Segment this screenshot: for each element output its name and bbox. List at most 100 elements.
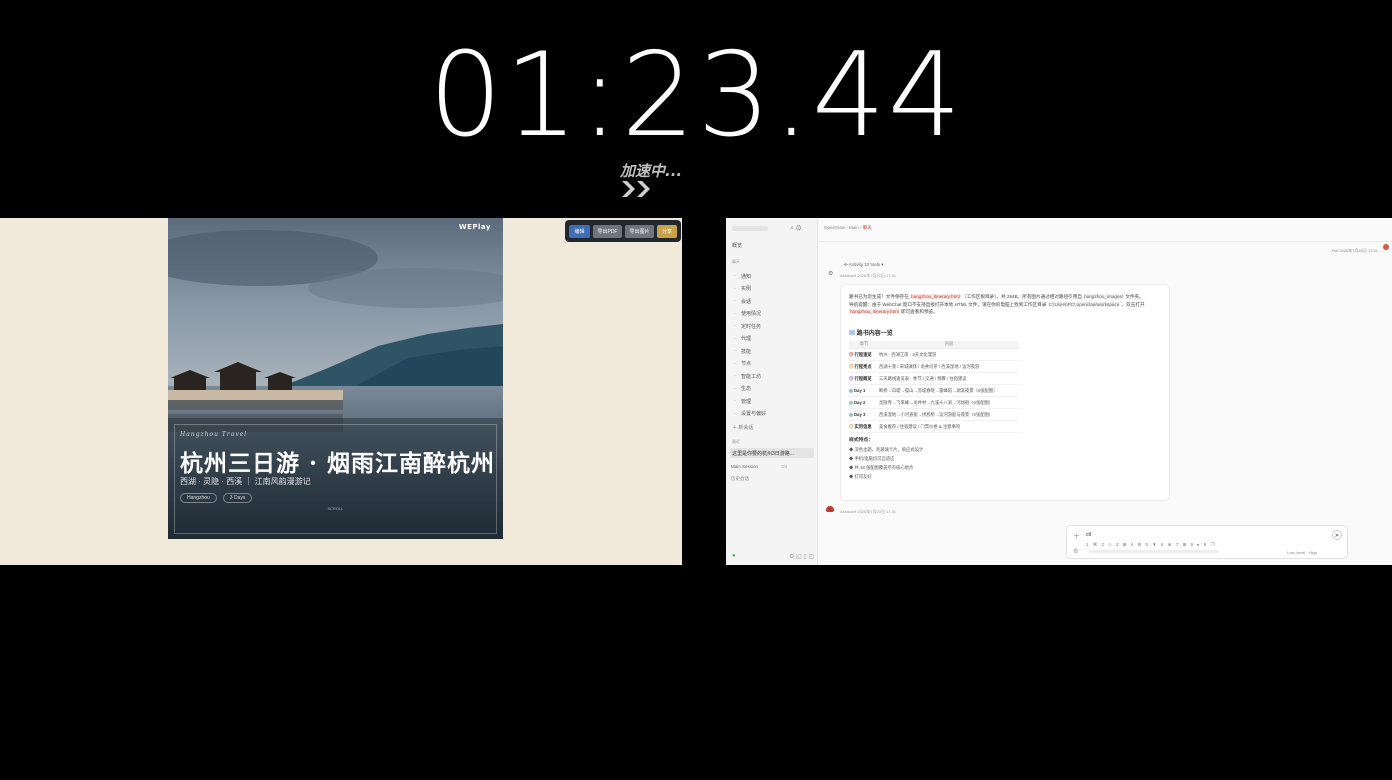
nav-icon: · [734, 373, 736, 380]
sidebar-item[interactable]: · 设置与偏好 [732, 408, 814, 421]
assistant-message: 路书已为您生成！文件保存在 hangzhou_itinerary.html （工… [840, 284, 1170, 501]
breadcrumb-root[interactable]: OpenClaw [824, 225, 845, 230]
sidebar-item[interactable]: · 技能 [732, 345, 814, 358]
table-row: ◎ 实用信息 美食推荐 / 住宿建议 / 门票价格 & 注意事项 [849, 420, 1019, 433]
table-row: ◎ Day 3 西溪湿地→小河直街→拱宸桥→运河游船与夜景（6张配图） [849, 408, 1019, 421]
list-item: ◆ 共 18 张配图覆盖所有核心地点 [849, 465, 914, 470]
row-value: 断桥→白堤→孤山→苏堤春晓→雷峰塔→湖滨夜景（6张配图） [879, 384, 1019, 397]
nav-icon: · [734, 385, 736, 392]
brand-logo: WEPlay [458, 223, 491, 231]
sidebar-footer: ● ⚙ ◱ ▯ ◰ [732, 553, 814, 560]
nav-icon: · [734, 273, 736, 280]
text: ，双击打开 [1121, 301, 1145, 307]
sidebar-item[interactable]: · 智能工坊 [732, 370, 814, 383]
row-value: 西湖十景 / 宋城演绎 / 龙井问茶 / 西溪湿地 / 运河夜游 [879, 360, 1019, 373]
row-key: ◎ 行程亮点 [849, 360, 879, 373]
sidebar-overview[interactable]: 概览 [732, 242, 742, 249]
sidebar-item-label: 设置与偏好 [741, 411, 767, 418]
sidebar-item-label: 管理 [741, 398, 752, 405]
attach-plus-icon[interactable]: ＋ [1073, 531, 1080, 541]
sidebar-item[interactable]: · 使用情况 [732, 308, 814, 321]
row-value: 西溪湿地→小河直街→拱宸桥→运河游船与夜景（6张配图） [879, 408, 1019, 421]
text: （工作区根目录），共 254B，所有图片通过相对路径引用自 [961, 294, 1082, 299]
sidebar-item[interactable]: · 管理 [732, 395, 814, 408]
new-chat-button[interactable]: ＋ 新会话 [732, 424, 753, 431]
inline-code: hangzhou_itinerary.html [849, 309, 900, 314]
row-key-text: 行程概览 [854, 375, 872, 381]
message-paragraph: 导航提醒：由于 WebChat 窗口不支持直接打开本地 HTML 文件，请在你的… [849, 301, 1165, 316]
assistant-meta: Assistant 2026年7月20日 17:41 [840, 273, 897, 278]
row-icon: ◎ [849, 375, 854, 381]
share-button[interactable]: 分享 [657, 224, 677, 238]
footer-icons[interactable]: ⚙ ◱ ▯ ◰ [789, 553, 814, 560]
table-row: ◎ 行程亮点 西湖十景 / 宋城演绎 / 龙井问茶 / 西溪湿地 / 运河夜游 [849, 360, 1019, 373]
app-logo [732, 226, 768, 231]
row-key: ◎ Day 3 [849, 408, 879, 421]
row-value: 美食推荐 / 住宿建议 / 门票价格 & 注意事项 [879, 420, 1019, 433]
sidebar: ⌕ ⚙ 概览 聊天 · 通知 · 实例 · 会话 · 使用情况 · 定时任务 · 代理 · 技… [726, 218, 818, 565]
sidebar-item[interactable]: · 定时任务 [732, 320, 814, 333]
activity-label: Activity 10 tools [848, 262, 881, 267]
sidebar-item-label: 节点 [741, 361, 752, 368]
export-toolbar: 编辑 导出PDF 导出图片 分享 [565, 220, 681, 242]
message-composer[interactable]: ＋ ctl 1 ⌘ 2 ◇ 3 ⊞ 4 ⊟ 5 ▼ 6 ⊕ 7 ⊞ 8 ▸ 9 … [1066, 525, 1348, 559]
row-key-text: 行程速览 [854, 351, 872, 357]
message-paragraph: 路书已为您生成！文件保存在 hangzhou_itinerary.html （工… [849, 293, 1165, 301]
sidebar-search-icon[interactable]: ⌕ ⚙ [790, 225, 802, 233]
main-session-item[interactable]: Main Session 3/4 [731, 464, 788, 469]
sidebar-item[interactable]: · 会话 [732, 295, 814, 308]
list-item: ◆ 手机/电脑均可自适应 [849, 456, 895, 461]
history-link[interactable]: 历史会话 [731, 476, 749, 482]
bot-icon: ⚙ [828, 271, 834, 277]
active-session[interactable]: 这里是你要的杭州3日游路... [730, 448, 814, 458]
list-item: ◆ 深色主题，毛玻璃卡片，响应式设计 [849, 447, 924, 452]
assistant-typing-meta: Assistant 2026年7月20日 17:41 [840, 509, 897, 514]
row-icon: ◎ [849, 363, 854, 369]
export-pdf-button[interactable]: 导出PDF [593, 224, 622, 238]
list-item: ◆ 打印友好 [849, 474, 872, 479]
nav-icon: · [734, 348, 736, 355]
composer-input[interactable]: ctl [1086, 532, 1091, 538]
poster-tag: Hangzhou [180, 493, 217, 503]
sidebar-nav: · 通知 · 实例 · 会话 · 使用情况 · 定时任务 · 代理 · 技能 · 节点 · 智能工… [732, 270, 814, 420]
sidebar-item-label: 代理 [741, 336, 752, 343]
sidebar-item-label: 智能工坊 [741, 373, 762, 380]
header-divider [818, 241, 1392, 242]
sidebar-item-label: 实例 [741, 286, 752, 293]
recent-section-title: 最近 [732, 439, 740, 444]
breadcrumb: OpenClaw › Main › 聊天 [824, 225, 872, 230]
row-key-text: Day 1 [853, 387, 866, 393]
sidebar-item[interactable]: · 通知 [732, 270, 814, 283]
thinking-level-select[interactable]: Low Level · High [1287, 550, 1317, 555]
section-heading: ▤ 路书内容一览 [849, 328, 1161, 337]
edit-button[interactable]: 编辑 [569, 224, 590, 238]
style-list: ◆ 深色主题，毛玻璃卡片，响应式设计 ◆ 手机/电脑均可自适应 ◆ 共 18 张… [849, 445, 1161, 481]
sidebar-item[interactable]: · 节点 [732, 358, 814, 371]
text: 路书已为您生成！文件保存在 [849, 294, 909, 299]
settings-icon[interactable]: ⚙ [1073, 548, 1078, 555]
row-value: 杭州 · 西湖江南 · 3天文化漫游 [879, 348, 1019, 361]
heading-text: 路书内容一览 [856, 330, 893, 337]
chat-app-panel: ⌕ ⚙ 概览 聊天 · 通知 · 实例 · 会话 · 使用情况 · 定时任务 · 代理 · 技… [726, 218, 1392, 565]
sidebar-item[interactable]: · 实例 [732, 283, 814, 296]
poster-kicker: Hangzhou Travel [180, 431, 248, 438]
nav-icon: · [734, 410, 736, 417]
breadcrumb-main[interactable]: Main [849, 225, 859, 230]
export-image-button[interactable]: 导出图片 [625, 224, 654, 238]
row-value: 三天路线速览表 · 季节 / 交通 / 预算 / 住宿建议 [879, 372, 1019, 385]
send-icon[interactable]: ➤ [1332, 530, 1342, 540]
poster-tags: Hangzhou 3 Days [180, 493, 253, 503]
timer-display: 01:23.44 [428, 28, 964, 163]
table-header: 内容 [879, 340, 1019, 349]
activity-toggle[interactable]: ✣ Activity 10 tools ▾ [844, 262, 884, 268]
poster-tag: 3 Days [222, 493, 253, 503]
sidebar-item[interactable]: · 生态 [732, 383, 814, 396]
sidebar-item-label: 使用情况 [741, 311, 762, 318]
user-avatar [1383, 244, 1389, 250]
shortcut-hints: 1 ⌘ 2 ◇ 3 ⊞ 4 ⊟ 5 ▼ 6 ⊕ 7 ⊞ 8 ▸ 9 ❐ [1086, 542, 1215, 547]
sidebar-item[interactable]: · 代理 [732, 333, 814, 346]
table-header: 章节 [849, 340, 879, 349]
fast-forward-icon [622, 181, 650, 197]
nav-icon: · [734, 398, 736, 405]
row-value: 灵隐寺→飞来峰→龙井村→九溪十八涧→河坊街（6张配图） [879, 396, 1019, 409]
